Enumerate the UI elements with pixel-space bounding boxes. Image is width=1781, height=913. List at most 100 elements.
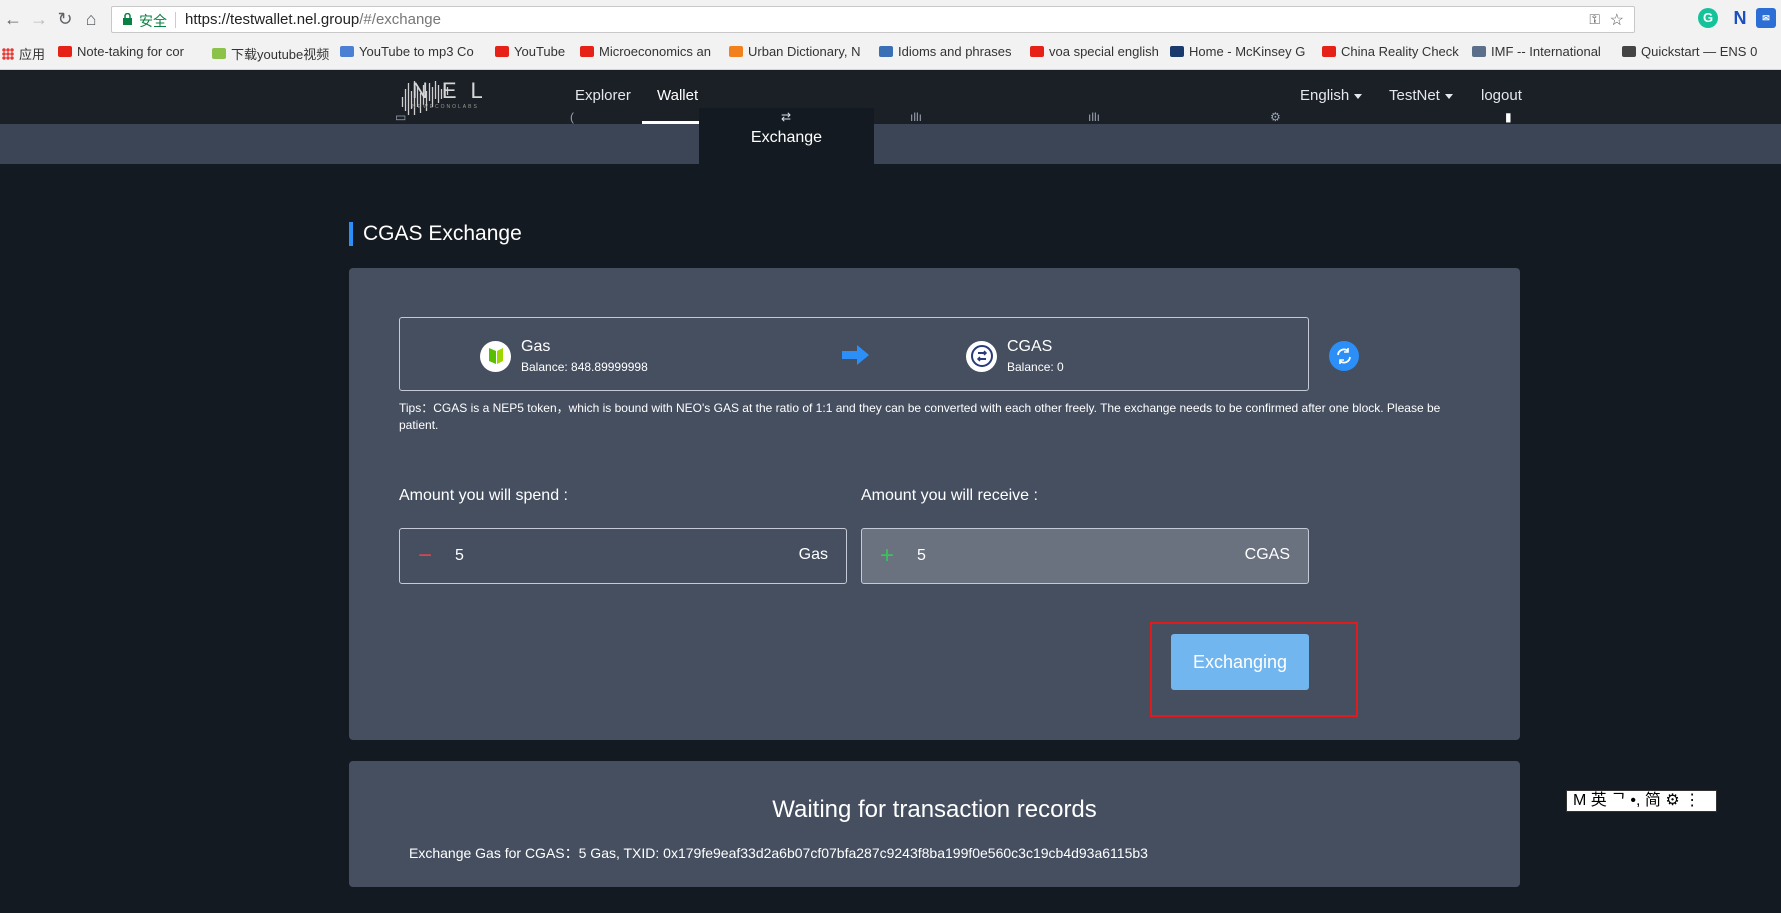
address-bar[interactable]: 安全 https://testwallet.nel.group/#/exchan… (111, 6, 1635, 33)
subnav-item-icon[interactable]: ıllı (910, 110, 922, 124)
bookmarks-bar: 应用 Note-taking for cor 下载youtube视频 YouTube… (0, 40, 1781, 64)
subnav-item-icon[interactable]: ( (570, 110, 574, 124)
url-host: https://testwallet.nel.group (185, 11, 360, 28)
plus-icon: + (880, 542, 895, 569)
bookmark-label: China Reality Check (1341, 44, 1459, 59)
chevron-down-icon (1354, 93, 1363, 99)
logo-text: NEL (412, 78, 497, 103)
exchange-button[interactable]: Exchanging (1171, 634, 1309, 690)
bookmark-star-icon[interactable]: ☆ (1610, 10, 1624, 30)
exchange-tips: Tips：CGAS is a NEP5 token，which is bound… (399, 401, 1441, 432)
forward-icon[interactable]: → (28, 8, 50, 30)
secure-label: 安全 (139, 13, 167, 29)
transaction-records-card: Waiting for transaction records Exchange… (349, 761, 1520, 887)
from-token-balance: Balance: 848.89999998 (521, 360, 648, 374)
logout-link[interactable]: logout (1481, 87, 1522, 104)
language-dropdown[interactable]: English (1300, 87, 1363, 104)
lock-icon (123, 13, 132, 25)
to-token-balance: Balance: 0 (1007, 360, 1064, 374)
bookmark-label: YouTube (514, 44, 566, 59)
bookmark-favicon-icon (1322, 46, 1336, 57)
receive-unit: CGAS (1244, 546, 1290, 563)
gas-token-icon (480, 340, 511, 372)
bookmark-item[interactable]: Quickstart — ENS 0 (1622, 44, 1757, 59)
address-separator (175, 12, 176, 28)
arrow-right-icon (842, 345, 869, 365)
from-token-name: Gas (521, 338, 551, 355)
bookmark-item[interactable]: Idioms and phrases (879, 44, 1011, 59)
bookmark-label: voa special english (1049, 44, 1159, 59)
bookmark-item[interactable]: Home - McKinsey G (1170, 44, 1305, 59)
news-extension-icon[interactable]: ✉ (1756, 8, 1776, 28)
apps-label: 应用 (19, 47, 46, 62)
ime-toolbar[interactable]: M 英 ᄀ •, 简 ⚙ ⋮ (1566, 790, 1717, 812)
from-token: Gas Balance: 848.89999998 (480, 338, 648, 374)
bookmark-label: Microeconomics an (599, 44, 711, 59)
bookmark-label: YouTube to mp3 Co (359, 44, 474, 59)
url-text[interactable]: https://testwallet.nel.group/#/exchange (185, 11, 441, 28)
to-token-name: CGAS (1007, 338, 1053, 355)
spend-amount-value[interactable]: 5 (455, 547, 464, 565)
nav-explorer[interactable]: Explorer (575, 87, 631, 104)
bookmark-label: Note-taking for cor (77, 44, 184, 59)
bookmark-item[interactable]: voa special english (1030, 44, 1159, 59)
bookmark-item[interactable]: IMF -- International (1472, 44, 1601, 59)
n-extension-icon[interactable]: N (1730, 8, 1750, 28)
bookmark-favicon-icon (729, 46, 743, 57)
subnav-tab-exchange[interactable]: ⇄ Exchange (699, 108, 874, 164)
language-label: English (1300, 87, 1350, 104)
url-path: /#/exchange (359, 11, 441, 28)
bookmark-favicon-icon (1030, 46, 1044, 57)
to-token: CGAS Balance: 0 (966, 338, 1064, 374)
records-title: Waiting for transaction records (772, 796, 1097, 823)
browser-chrome: ← → ↻ ⌂ 安全 https://testwallet.nel.group/… (0, 0, 1781, 70)
bookmark-item[interactable]: Urban Dictionary, N (729, 44, 860, 59)
subnav-tab-label: Exchange (750, 129, 823, 146)
bookmark-favicon-icon (58, 46, 72, 57)
bookmark-favicon-icon (879, 46, 893, 57)
bookmark-item[interactable]: YouTube to mp3 Co (340, 44, 474, 59)
bookmark-favicon-icon (1622, 46, 1636, 57)
exchange-tab-icon: ⇄ (781, 110, 792, 124)
bookmark-item[interactable]: China Reality Check (1322, 44, 1459, 59)
bookmark-label: 下载youtube视频 (231, 47, 330, 62)
exchange-card: Gas Balance: 848.89999998 CGAS Balance: … (349, 268, 1520, 740)
app-header: NEL NEWECONOLABS Explorer Wallet English… (0, 70, 1781, 124)
apps-grid-icon (2, 47, 14, 60)
bookmark-item[interactable]: YouTube (495, 44, 565, 59)
bookmark-favicon-icon (212, 48, 226, 59)
spend-amount-field[interactable]: − 5 Gas (399, 528, 847, 584)
subnav-item-icon[interactable]: ⚙ (1270, 110, 1281, 124)
token-swap-box: Gas Balance: 848.89999998 CGAS Balance: … (399, 317, 1309, 391)
bookmark-favicon-icon (580, 46, 594, 57)
spend-label: Amount you will spend : (399, 487, 568, 504)
home-icon[interactable]: ⌂ (80, 8, 102, 30)
key-icon[interactable]: ⚿ (1589, 11, 1600, 28)
bookmark-favicon-icon (1472, 46, 1486, 57)
bookmark-item[interactable]: 下载youtube视频 (212, 44, 329, 63)
receive-amount-value: 5 (917, 547, 926, 564)
nav-wallet[interactable]: Wallet (657, 87, 698, 104)
grammarly-extension-icon[interactable]: G (1698, 8, 1718, 28)
bookmark-label: Urban Dictionary, N (748, 44, 861, 59)
bookmark-favicon-icon (1170, 46, 1184, 57)
subnav-item-icon[interactable]: ▮ (1505, 110, 1512, 124)
reload-icon[interactable]: ↻ (54, 8, 76, 30)
swap-icon (1337, 348, 1351, 364)
bookmark-item[interactable]: Note-taking for cor (58, 44, 184, 59)
network-dropdown[interactable]: TestNet (1389, 87, 1453, 104)
logo-subtitle: NEWECONOLABS (412, 104, 479, 110)
bookmark-item[interactable]: Microeconomics an (580, 44, 711, 59)
back-icon[interactable]: ← (2, 8, 24, 30)
cgas-token-icon (966, 340, 997, 372)
swap-direction-button[interactable] (1329, 341, 1359, 371)
chevron-down-icon (1444, 93, 1453, 99)
bookmark-favicon-icon (340, 46, 354, 57)
subnav-item-icon[interactable]: ıllı (1088, 110, 1100, 124)
bookmark-favicon-icon (495, 46, 509, 57)
subnav-item-icon[interactable]: ▭ (395, 110, 406, 124)
bookmark-label: IMF -- International (1491, 44, 1601, 59)
apps-bookmark[interactable]: 应用 (2, 44, 45, 63)
spend-unit: Gas (798, 546, 828, 563)
transaction-record: Exchange Gas for CGAS：5 Gas, TXID: 0x179… (409, 845, 1148, 861)
